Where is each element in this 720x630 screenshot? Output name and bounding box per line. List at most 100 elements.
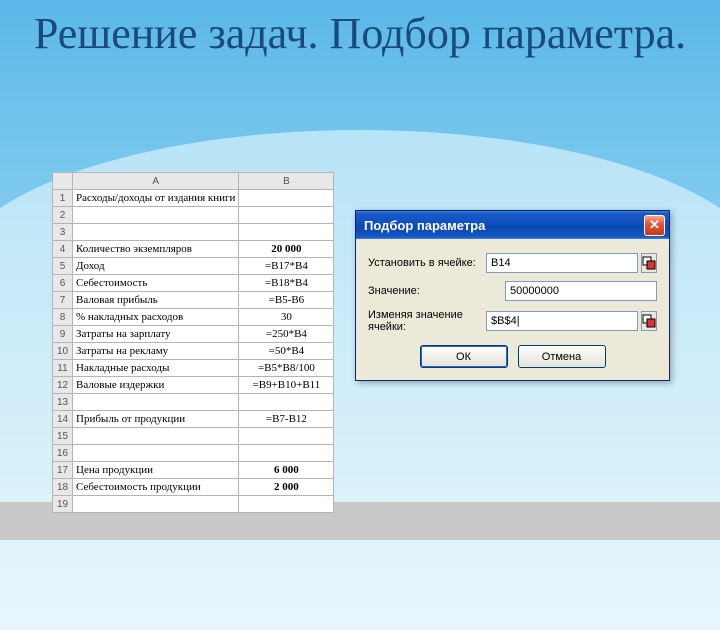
row-value: Значение: (368, 281, 657, 301)
ok-button[interactable]: ОК (420, 345, 508, 368)
table-row: 11Накладные расходы=B5*B8/100 (53, 360, 334, 377)
cell-a[interactable]: Цена продукции (73, 462, 239, 479)
input-value[interactable] (505, 281, 657, 301)
row-changing: Изменяя значение ячейки: (368, 309, 657, 333)
cell-b[interactable] (239, 394, 334, 411)
goal-seek-dialog: Подбор параметра ✕ Установить в ячейке: … (355, 210, 670, 381)
col-header-b[interactable]: B (239, 173, 334, 190)
cell-a[interactable] (73, 224, 239, 241)
cell-b[interactable]: =B7-B12 (239, 411, 334, 428)
row-header[interactable]: 9 (53, 326, 73, 343)
cell-b[interactable] (239, 428, 334, 445)
close-icon: ✕ (649, 217, 660, 233)
row-header[interactable]: 13 (53, 394, 73, 411)
table-row: 9Затраты на зарплату=250*B4 (53, 326, 334, 343)
close-button[interactable]: ✕ (644, 215, 665, 236)
table-row: 17Цена продукции6 000 (53, 462, 334, 479)
row-set-cell: Установить в ячейке: (368, 253, 657, 273)
row-header[interactable]: 11 (53, 360, 73, 377)
corner-cell (53, 173, 73, 190)
table-row: 12Валовые издержки=B9+B10+B11 (53, 377, 334, 394)
cell-a[interactable] (73, 445, 239, 462)
cell-b[interactable]: 2 000 (239, 479, 334, 496)
input-set-cell[interactable] (486, 253, 638, 273)
row-header[interactable]: 10 (53, 343, 73, 360)
cancel-button[interactable]: Отмена (518, 345, 606, 368)
cell-a[interactable]: Валовые издержки (73, 377, 239, 394)
cell-a[interactable]: Прибыль от продукции (73, 411, 239, 428)
table-row: 5Доход=B17*B4 (53, 258, 334, 275)
table-row: 16 (53, 445, 334, 462)
table-row: 3 (53, 224, 334, 241)
table-row: 8% накладных расходов30 (53, 309, 334, 326)
table-row: 2 (53, 207, 334, 224)
row-header[interactable]: 17 (53, 462, 73, 479)
collapse-dialog-icon (642, 314, 656, 328)
cell-a[interactable]: Затраты на рекламу (73, 343, 239, 360)
table-row: 19 (53, 496, 334, 513)
label-set-cell: Установить в ячейке: (368, 257, 486, 269)
spreadsheet: A B 1Расходы/доходы от издания книги234К… (52, 172, 334, 513)
row-header[interactable]: 7 (53, 292, 73, 309)
cell-b[interactable]: 30 (239, 309, 334, 326)
row-header[interactable]: 4 (53, 241, 73, 258)
cell-a[interactable]: Валовая прибыль (73, 292, 239, 309)
table-row: 1Расходы/доходы от издания книги (53, 190, 334, 207)
cell-b[interactable] (239, 496, 334, 513)
row-header[interactable]: 19 (53, 496, 73, 513)
cell-b[interactable]: =B5-B6 (239, 292, 334, 309)
table-row: 14Прибыль от продукции=B7-B12 (53, 411, 334, 428)
cell-b[interactable]: =50*B4 (239, 343, 334, 360)
cell-a[interactable]: Себестоимость (73, 275, 239, 292)
cell-a[interactable]: Доход (73, 258, 239, 275)
dialog-body: Установить в ячейке: Значение: Изменяя з… (356, 239, 669, 380)
row-header[interactable]: 5 (53, 258, 73, 275)
label-value: Значение: (368, 285, 505, 297)
ref-picker-setcell[interactable] (641, 253, 657, 273)
cell-a[interactable] (73, 496, 239, 513)
cell-b[interactable]: 20 000 (239, 241, 334, 258)
table-row: 7Валовая прибыль=B5-B6 (53, 292, 334, 309)
row-header[interactable]: 15 (53, 428, 73, 445)
row-header[interactable]: 1 (53, 190, 73, 207)
cell-a[interactable] (73, 394, 239, 411)
table-row: 15 (53, 428, 334, 445)
cell-b[interactable]: =B9+B10+B11 (239, 377, 334, 394)
row-header[interactable]: 2 (53, 207, 73, 224)
row-header[interactable]: 16 (53, 445, 73, 462)
row-header[interactable]: 18 (53, 479, 73, 496)
cell-a[interactable]: Расходы/доходы от издания книги (73, 190, 239, 207)
cell-b[interactable]: =B17*B4 (239, 258, 334, 275)
row-header[interactable]: 3 (53, 224, 73, 241)
cell-a[interactable]: % накладных расходов (73, 309, 239, 326)
input-changing[interactable] (486, 311, 638, 331)
row-header[interactable]: 6 (53, 275, 73, 292)
table-row: 10Затраты на рекламу=50*B4 (53, 343, 334, 360)
table-row: 13 (53, 394, 334, 411)
label-changing: Изменяя значение ячейки: (368, 309, 486, 333)
dialog-buttons: ОК Отмена (368, 345, 657, 368)
cell-b[interactable] (239, 207, 334, 224)
cell-b[interactable] (239, 445, 334, 462)
cell-b[interactable]: =B18*B4 (239, 275, 334, 292)
row-header[interactable]: 8 (53, 309, 73, 326)
cell-b[interactable] (239, 224, 334, 241)
cell-a[interactable]: Количество экземпляров (73, 241, 239, 258)
cell-a[interactable] (73, 207, 239, 224)
cell-a[interactable]: Себестоимость продукции (73, 479, 239, 496)
cell-a[interactable] (73, 428, 239, 445)
cell-a[interactable]: Затраты на зарплату (73, 326, 239, 343)
cell-b[interactable]: =250*B4 (239, 326, 334, 343)
cell-b[interactable]: =B5*B8/100 (239, 360, 334, 377)
slide-title: Решение задач. Подбор параметра. (0, 0, 720, 58)
cell-b[interactable]: 6 000 (239, 462, 334, 479)
collapse-dialog-icon (642, 256, 656, 270)
table-row: 4Количество экземпляров20 000 (53, 241, 334, 258)
row-header[interactable]: 14 (53, 411, 73, 428)
ref-picker-changing[interactable] (641, 311, 657, 331)
cell-a[interactable]: Накладные расходы (73, 360, 239, 377)
dialog-titlebar[interactable]: Подбор параметра ✕ (356, 211, 669, 239)
col-header-a[interactable]: A (73, 173, 239, 190)
cell-b[interactable] (239, 190, 334, 207)
row-header[interactable]: 12 (53, 377, 73, 394)
